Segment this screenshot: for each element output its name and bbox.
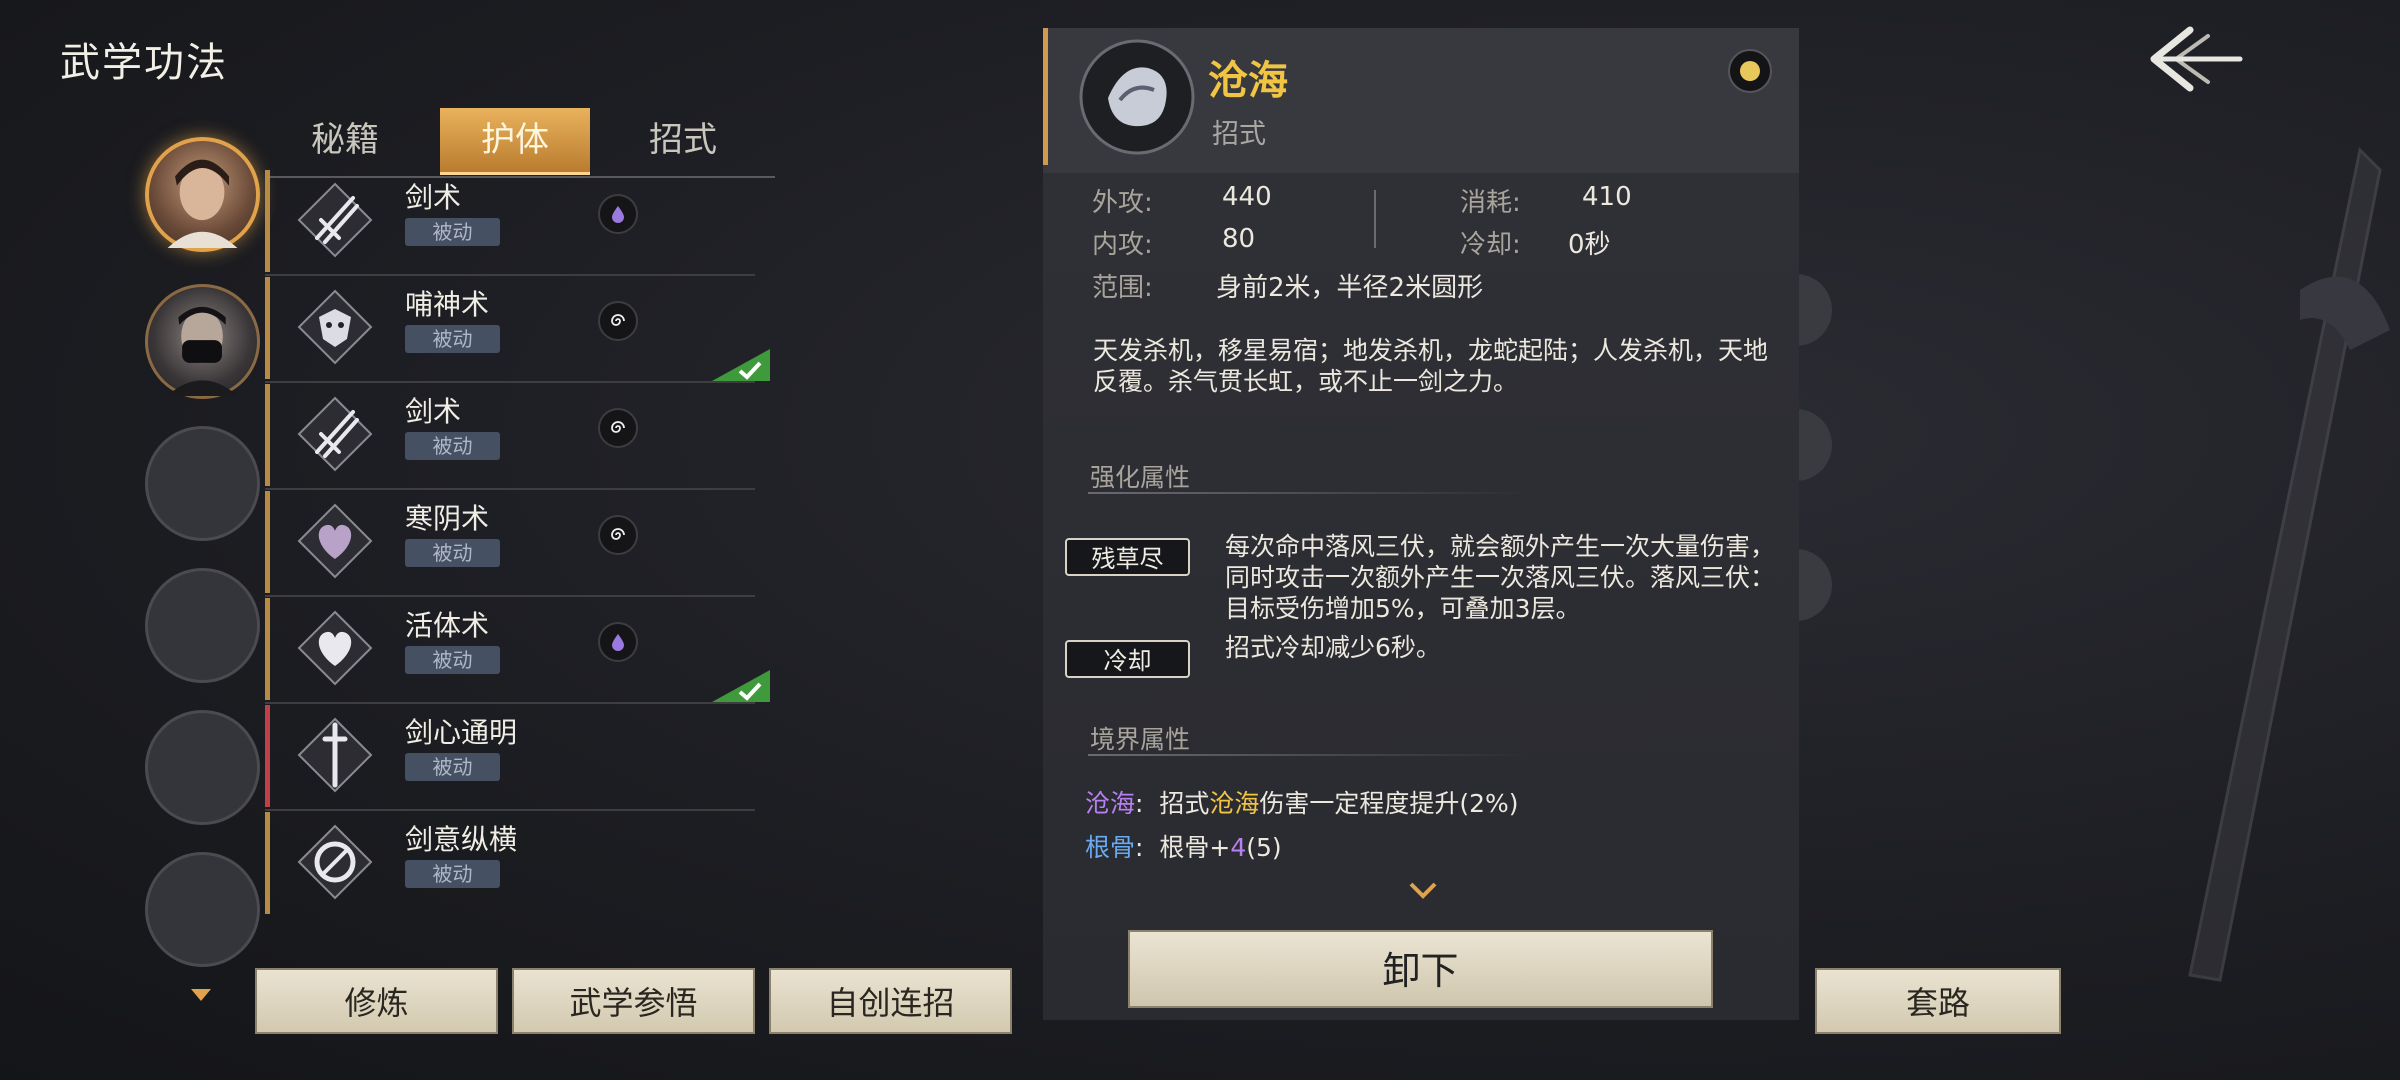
inner-attack-value: 80 xyxy=(1222,224,1256,254)
unequip-button[interactable]: 卸下 xyxy=(1128,930,1713,1008)
equipped-check-icon xyxy=(712,349,770,381)
tab-secret-books[interactable]: 秘籍 xyxy=(270,108,420,172)
enhance-text: 每次命中落风三伏，就会额外产生一次大量伤害，同时攻击一次额外产生一次落风三伏。落… xyxy=(1225,532,1776,623)
skill-row[interactable]: 剑术 被动 xyxy=(265,384,755,490)
sword-intent-skill-icon xyxy=(297,824,373,900)
canghai-skill-icon xyxy=(1079,39,1195,155)
realm-key: 沧海 xyxy=(1085,789,1136,818)
outer-attack-value: 440 xyxy=(1222,182,1272,212)
realm-section-title: 境界属性 xyxy=(1090,725,1191,754)
skill-name: 活体术 xyxy=(405,609,490,642)
skill-type: 招式 xyxy=(1212,119,1266,150)
passive-tag: 被动 xyxy=(405,860,500,888)
enhance-tag: 冷却 xyxy=(1065,640,1190,678)
avatar-character-1[interactable] xyxy=(145,137,260,252)
chevron-down-icon[interactable] xyxy=(1408,880,1438,900)
gold-coin-icon[interactable] xyxy=(1727,48,1773,94)
range-label: 范围: xyxy=(1092,273,1153,303)
avatar-slot-empty[interactable] xyxy=(145,710,260,825)
avatar-character-2[interactable] xyxy=(145,284,260,399)
skill-row[interactable]: 剑心通明 被动 xyxy=(265,705,755,811)
page-title: 武学功法 xyxy=(60,40,228,86)
male-portrait-icon xyxy=(167,159,238,248)
sword-skill-icon xyxy=(297,396,373,472)
demon-skill-icon xyxy=(297,289,373,365)
skill-name: 寒阴术 xyxy=(405,502,490,535)
purple-drop-icon xyxy=(598,622,638,662)
back-arrow-icon[interactable] xyxy=(2140,22,2250,97)
passive-tag: 被动 xyxy=(405,646,500,674)
skill-row[interactable]: 寒阴术 被动 xyxy=(265,491,755,597)
row-accent-bar xyxy=(265,170,270,272)
sword-illustration-icon xyxy=(2188,146,2390,982)
skill-name: 剑意纵横 xyxy=(405,823,518,856)
passive-tag: 被动 xyxy=(405,432,500,460)
enhance-tag: 残草尽 xyxy=(1065,538,1190,576)
tab-moves[interactable]: 招式 xyxy=(608,108,758,172)
realm-attribute-line: 根骨: 根骨+4(5) xyxy=(1085,833,1282,862)
passive-tag: 被动 xyxy=(405,539,500,567)
passive-tag: 被动 xyxy=(405,325,500,353)
outer-attack-label: 外攻: xyxy=(1092,188,1153,218)
skill-row[interactable]: 活体术 被动 xyxy=(265,598,770,704)
skill-detail-panel xyxy=(1043,28,1799,1020)
enhance-section-title: 强化属性 xyxy=(1090,463,1191,492)
skill-name: 剑术 xyxy=(405,181,462,214)
skill-title: 沧海 xyxy=(1208,58,1288,104)
route-button[interactable]: 套路 xyxy=(1815,968,2061,1034)
skill-row[interactable]: 剑术 被动 xyxy=(265,170,755,276)
avatar-slot-empty[interactable] xyxy=(145,852,260,967)
cold-yin-skill-icon xyxy=(297,503,373,579)
spiral-icon xyxy=(598,301,638,341)
passive-tag: 被动 xyxy=(405,753,500,781)
enhance-text: 招式冷却减少6秒。 xyxy=(1225,633,1441,662)
comprehend-button[interactable]: 武学参悟 xyxy=(512,968,755,1034)
spiral-icon xyxy=(598,408,638,448)
cost-label: 消耗: xyxy=(1460,188,1521,218)
skill-name: 哺神术 xyxy=(405,288,490,321)
cost-value: 410 xyxy=(1582,182,1632,212)
sword-heart-skill-icon xyxy=(297,717,373,793)
equipped-check-icon xyxy=(712,670,770,702)
purple-drop-icon xyxy=(598,194,638,234)
chevron-down-icon[interactable] xyxy=(188,985,214,1005)
tab-protection[interactable]: 护体 xyxy=(440,108,590,175)
passive-tag: 被动 xyxy=(405,218,500,246)
avatar-slot-empty[interactable] xyxy=(145,568,260,683)
skill-row[interactable]: 哺神术 被动 xyxy=(265,277,770,383)
masked-portrait-icon xyxy=(166,306,239,396)
cooldown-label: 冷却: xyxy=(1460,230,1521,260)
sword-skill-icon xyxy=(297,182,373,258)
custom-combo-button[interactable]: 自创连招 xyxy=(769,968,1012,1034)
spiral-icon xyxy=(598,515,638,555)
realm-key: 根骨 xyxy=(1085,833,1136,862)
train-button[interactable]: 修炼 xyxy=(255,968,498,1034)
skill-row[interactable]: 剑意纵横 被动 xyxy=(265,812,755,914)
avatar-slot-empty[interactable] xyxy=(145,426,260,541)
range-value: 身前2米，半径2米圆形 xyxy=(1216,273,1484,303)
heart-skill-icon xyxy=(297,610,373,686)
skill-name: 剑心通明 xyxy=(405,716,518,749)
skill-description: 天发杀机，移星易宿；地发杀机，龙蛇起陆；人发杀机，天地反覆。杀气贯长虹，或不止一… xyxy=(1093,336,1769,396)
inner-attack-label: 内攻: xyxy=(1092,230,1153,260)
cooldown-value: 0秒 xyxy=(1568,230,1611,260)
realm-attribute-line: 沧海: 招式沧海伤害一定程度提升(2%) xyxy=(1085,789,1519,818)
skill-name: 剑术 xyxy=(405,395,462,428)
